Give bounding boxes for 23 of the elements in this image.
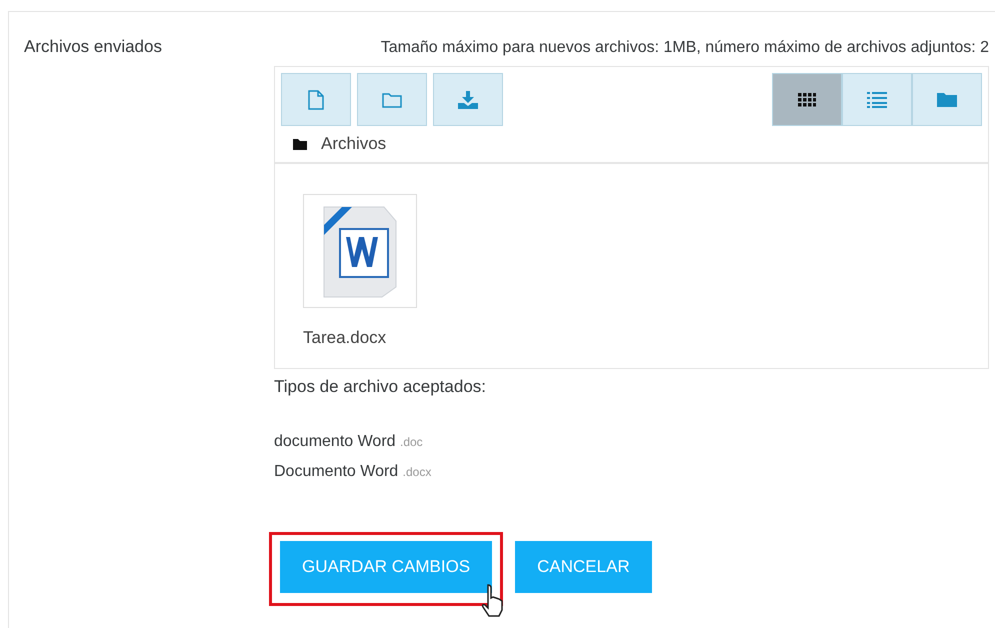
field-label: Archivos enviados <box>24 37 163 58</box>
folder-icon <box>937 92 957 108</box>
folder-icon <box>382 92 402 108</box>
file-type-name: documento Word <box>274 433 396 450</box>
grid-icon <box>798 92 816 106</box>
file-icon <box>308 90 324 110</box>
form-button[interactable]: GUARDAR CAMBIOS <box>280 541 492 593</box>
accepted-types-heading: Tipos de archivo aceptados: <box>274 377 487 397</box>
file-extension: .docx <box>402 465 432 479</box>
download-icon <box>458 90 478 108</box>
download-button[interactable] <box>433 73 503 126</box>
form-button[interactable]: CANCELAR <box>515 541 652 593</box>
file-thumbnail[interactable] <box>303 194 417 308</box>
view-button[interactable] <box>772 73 842 126</box>
file-type-name: Documento Word <box>274 463 398 480</box>
file-button[interactable] <box>281 73 351 126</box>
path-text: Archivos <box>321 134 386 154</box>
folder-icon <box>293 138 307 150</box>
folder-button[interactable] <box>357 73 427 126</box>
list-icon <box>867 92 887 108</box>
file-name[interactable]: Tarea.docx <box>303 328 418 348</box>
size-limit-text: Tamaño máximo para nuevos archivos: 1MB, número máximo de archivos adjuntos: 2 <box>380 38 989 58</box>
file-extension: .doc <box>400 435 423 449</box>
